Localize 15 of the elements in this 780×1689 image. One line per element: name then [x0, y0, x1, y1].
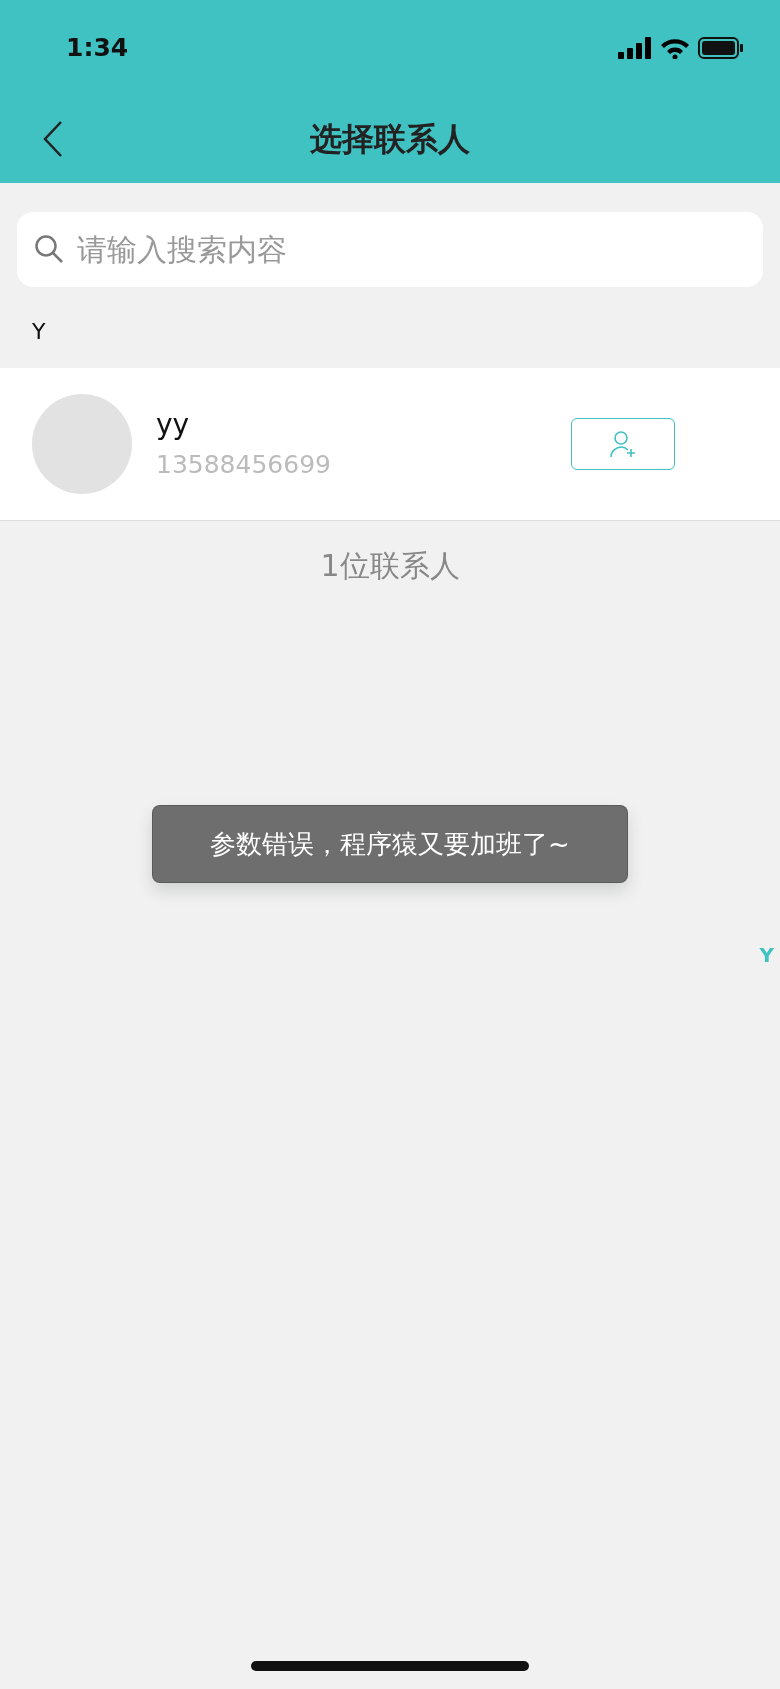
error-toast: 参数错误，程序猿又要加班了~ [152, 805, 628, 883]
search-icon [34, 234, 64, 264]
contact-name: yy [156, 407, 191, 444]
section-letter: Y [31, 318, 47, 346]
signal-icon [618, 36, 652, 59]
wifi-icon [660, 36, 690, 59]
status-time: 1:34 [66, 31, 129, 64]
back-icon[interactable] [42, 120, 64, 158]
contact-row[interactable]: yy 13588456699 [0, 368, 780, 521]
contact-phone: 13588456699 [156, 449, 331, 482]
search-field[interactable]: 请输入搜索内容 [17, 212, 763, 287]
page-title: 选择联系人 [309, 119, 471, 160]
contact-count: 1位联系人 [319, 547, 461, 585]
add-person-icon [609, 430, 637, 458]
battery-icon [698, 36, 744, 59]
